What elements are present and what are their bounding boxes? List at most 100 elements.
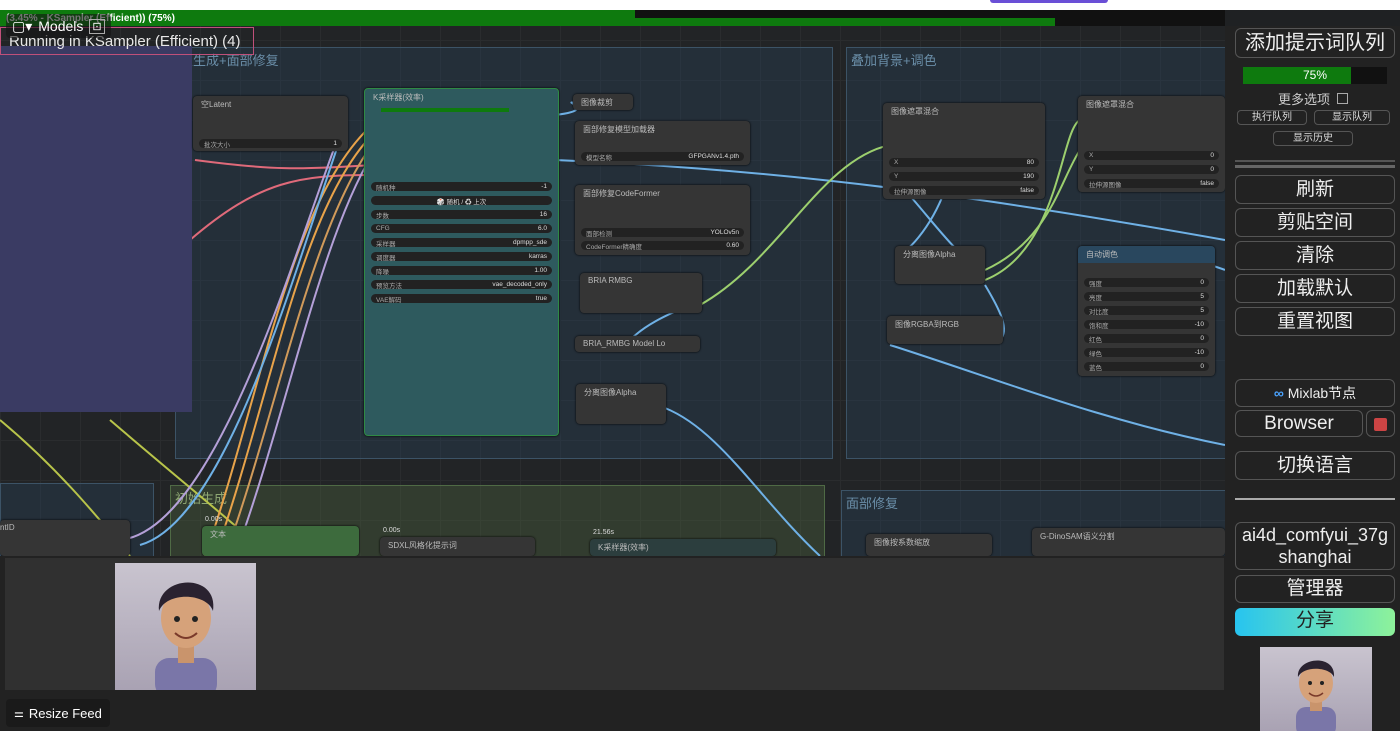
sampler-widget[interactable]: 采样器 dpmpp_sde bbox=[371, 238, 552, 248]
node-rgba-to-rgb[interactable]: 图像RGBA到RGB bbox=[887, 316, 1003, 344]
widget-label: 拉伸源图像 bbox=[894, 188, 927, 196]
feed-strip[interactable] bbox=[5, 558, 1224, 690]
browser-button[interactable]: Browser bbox=[1235, 410, 1363, 437]
node-ksampler-efficient[interactable]: K采样器(效率) 随机种 -1 🎲 随机 / ♻ 上次 步数 16 CFG 6.0 采… bbox=[364, 88, 559, 436]
image-icon[interactable]: ⊡ bbox=[89, 18, 105, 34]
preview-method-widget[interactable]: 预览方法 vae_decoded_only bbox=[371, 280, 552, 290]
steps-widget[interactable]: 步数 16 bbox=[371, 210, 552, 220]
feed-image[interactable] bbox=[115, 563, 256, 690]
node-title: 分离图像Alpha bbox=[584, 388, 637, 397]
more-options-toggle[interactable]: 更多选项 bbox=[1278, 89, 1348, 108]
widget-value: -1 bbox=[541, 183, 547, 190]
widget-value: GFPGANv1.4.pth bbox=[688, 153, 739, 160]
denoise-widget[interactable]: 降噪 1.00 bbox=[371, 266, 552, 276]
mixlab-label: Mixlab节点 bbox=[1287, 385, 1357, 401]
node-codeformer[interactable]: 面部修复CodeFormer 面部检测 YOLOv5n CodeFormer精确度… bbox=[575, 185, 750, 255]
widget-value: -10 bbox=[1194, 321, 1204, 328]
reset-view-button[interactable]: 重置视图 bbox=[1235, 307, 1395, 336]
resize-feed-button[interactable]: ⚌ Resize Feed bbox=[6, 699, 110, 727]
x-widget[interactable]: X0 bbox=[1084, 151, 1219, 160]
save-icon-button[interactable] bbox=[1366, 410, 1395, 437]
slider[interactable] bbox=[1235, 165, 1395, 168]
green-widget[interactable]: 绿色 -10 bbox=[1084, 348, 1209, 358]
resize-feed-label: Resize Feed bbox=[28, 705, 102, 721]
node-bria-model-loader[interactable]: BRIA_RMBG Model Lo bbox=[575, 336, 700, 352]
random-button[interactable]: 🎲 随机 / ♻ 上次 bbox=[371, 196, 552, 206]
widget-value: 0 bbox=[1200, 279, 1204, 286]
node-image-scale[interactable]: 图像按系数缩放 bbox=[866, 534, 992, 556]
workspace-button[interactable]: ai4d_comfyui_37g shanghai bbox=[1235, 522, 1395, 570]
cfg-widget[interactable]: CFG 6.0 bbox=[371, 224, 552, 233]
widget-label: CFG bbox=[376, 225, 390, 232]
saturation-widget[interactable]: 饱和度 -10 bbox=[1084, 320, 1209, 330]
widget-label: 随机种 bbox=[376, 184, 396, 192]
batch-size-widget[interactable]: 批次大小 1 bbox=[199, 139, 342, 149]
scheduler-widget[interactable]: 调度器 karras bbox=[371, 252, 552, 262]
y-widget[interactable]: Y0 bbox=[1084, 165, 1219, 174]
checkbox[interactable] bbox=[1336, 93, 1348, 104]
x-widget[interactable]: X 80 bbox=[889, 158, 1039, 167]
face-detect-widget[interactable]: 面部检测 YOLOv5n bbox=[581, 228, 744, 238]
node-title: 图像遮罩混合 bbox=[1086, 100, 1134, 109]
widget-value: 5 bbox=[1200, 307, 1204, 314]
node-canvas[interactable]: 次生成+面部修复 叠加背景+调色 初始生成 面部修复 空Latent 批次大小 … bbox=[0, 0, 1225, 556]
widget-label: 对比度 bbox=[1089, 308, 1109, 316]
show-queue-button[interactable]: 显示队列 bbox=[1314, 110, 1390, 125]
node-title: SDXL风格化提示词 bbox=[388, 541, 457, 550]
blue-widget[interactable]: 蓝色 0 bbox=[1084, 362, 1209, 372]
node-face-restore-loader[interactable]: 面部修复模型加载器 模型名称 GFPGANv1.4.pth bbox=[575, 121, 750, 165]
red-widget[interactable]: 红色 0 bbox=[1084, 334, 1209, 344]
node-time: 21.56s bbox=[593, 529, 615, 536]
node-title: 图像RGBA到RGB bbox=[895, 320, 960, 329]
widget-value: 0 bbox=[1200, 335, 1204, 342]
node-title: 面部修复模型加载器 bbox=[583, 125, 655, 134]
node-bria-rmbg[interactable]: BRIA RMBG bbox=[580, 273, 702, 313]
node-ksampler-efficient-2[interactable]: K采样器(效率) bbox=[590, 539, 776, 556]
refresh-button[interactable]: 刷新 bbox=[1235, 175, 1395, 204]
seed-widget[interactable]: 随机种 -1 bbox=[371, 182, 552, 192]
widget-value: 5 bbox=[1200, 293, 1204, 300]
queue-prompt-button[interactable]: 添加提示词队列 bbox=[1235, 28, 1395, 58]
node-left-partial[interactable]: ntID bbox=[0, 520, 130, 556]
node-text[interactable]: 文本 bbox=[202, 526, 359, 556]
execute-queue-button[interactable]: 执行队列 bbox=[1237, 110, 1307, 125]
vae-decode-widget[interactable]: VAE解码 true bbox=[371, 294, 552, 304]
share-button[interactable]: 分享 bbox=[1235, 608, 1395, 636]
load-default-button[interactable]: 加载默认 bbox=[1235, 274, 1395, 303]
node-time: 0.00s bbox=[383, 527, 401, 534]
node-title: 图像裁剪 bbox=[581, 98, 613, 107]
node-split-alpha[interactable]: 分离图像Alpha bbox=[576, 384, 666, 424]
manager-button[interactable]: 管理器 bbox=[1235, 575, 1395, 603]
clear-button[interactable]: 清除 bbox=[1235, 241, 1395, 270]
node-title: K采样器(效率) bbox=[598, 543, 649, 552]
widget-label: 拉伸源图像 bbox=[1089, 181, 1122, 189]
show-history-button[interactable]: 显示历史 bbox=[1273, 131, 1353, 146]
stretch-widget[interactable]: 拉伸源图像 false bbox=[889, 186, 1039, 196]
browser-top-strip bbox=[0, 0, 1400, 10]
switch-language-button[interactable]: 切换语言 bbox=[1235, 451, 1395, 480]
node-image-crop[interactable]: 图像裁剪 bbox=[573, 94, 633, 110]
model-name-widget[interactable]: 模型名称 GFPGANv1.4.pth bbox=[581, 152, 744, 162]
y-widget[interactable]: Y 190 bbox=[889, 172, 1039, 181]
widget-label: Y bbox=[894, 173, 899, 180]
stretch-widget[interactable]: 拉伸源图像 false bbox=[1084, 179, 1219, 189]
more-options-label: 更多选项 bbox=[1278, 92, 1331, 107]
strength-widget[interactable]: 强度 0 bbox=[1084, 278, 1209, 288]
node-dinosam[interactable]: G-DinoSAM语义分割 bbox=[1032, 528, 1225, 556]
node-empty-latent[interactable]: 空Latent 批次大小 1 bbox=[193, 96, 348, 151]
models-button[interactable]: ▢▾ Models ⊡ bbox=[6, 14, 111, 38]
clipspace-button[interactable]: 剪贴空间 bbox=[1235, 208, 1395, 237]
sliders-icon: ⚌ bbox=[14, 707, 24, 720]
codeformer-fidelity-widget[interactable]: CodeFormer精确度 0.60 bbox=[581, 241, 744, 251]
node-split-alpha-2[interactable]: 分离图像Alpha bbox=[895, 246, 985, 284]
node-sdxl-style[interactable]: SDXL风格化提示词 bbox=[380, 537, 535, 556]
node-image-mask-composite-2[interactable]: 图像遮罩混合 X0 Y0 拉伸源图像 false bbox=[1078, 96, 1225, 192]
node-image-mask-composite-1[interactable]: 图像遮罩混合 X 80 Y 190 拉伸源图像 false bbox=[883, 103, 1045, 199]
contrast-widget[interactable]: 对比度 5 bbox=[1084, 306, 1209, 316]
overlay-panel bbox=[0, 46, 192, 412]
brightness-widget[interactable]: 亮度 5 bbox=[1084, 292, 1209, 302]
mixlab-button[interactable]: ∞ Mixlab节点 bbox=[1235, 379, 1395, 407]
output-image-thumbnail[interactable] bbox=[1260, 647, 1372, 731]
node-auto-color[interactable]: 自动调色 强度 0 亮度 5 对比度 5 饱和度 -10 红色 0 绿色 -10 蓝色 0 bbox=[1078, 246, 1215, 376]
widget-label: 绿色 bbox=[1089, 350, 1102, 358]
